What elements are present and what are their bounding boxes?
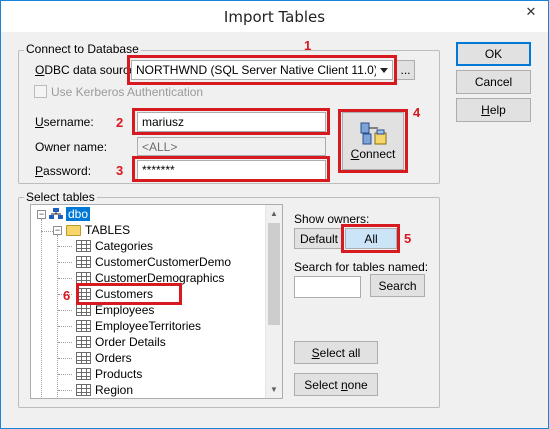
odbc-label: ODBC data source: <box>35 63 140 77</box>
table-item-label: Employees <box>95 303 155 317</box>
window-title: Import Tables <box>223 8 326 26</box>
owner-name-label: Owner name: <box>35 140 108 154</box>
connect-button[interactable]: Connect <box>342 112 404 170</box>
annotation-4: 4 <box>413 105 421 120</box>
table-item[interactable]: Orders <box>76 350 132 366</box>
scroll-thumb[interactable] <box>268 223 280 325</box>
cancel-button[interactable]: Cancel <box>456 70 531 94</box>
odbc-data-source-value: NORTHWND (SQL Server Native Client 11.0) <box>136 63 378 77</box>
table-icon <box>76 304 91 316</box>
tree-root-label: dbo <box>66 207 91 221</box>
tree-scrollbar[interactable]: ▲ ▼ <box>265 205 282 398</box>
table-item[interactable]: EmployeeTerritories <box>76 318 201 334</box>
table-item[interactable]: Employees <box>76 302 154 318</box>
collapse-icon[interactable]: − <box>53 226 62 235</box>
table-icon <box>76 336 91 348</box>
connect-button-label: Connect <box>350 147 396 161</box>
password-label: Password: <box>35 164 92 178</box>
import-tables-dialog: Import Tables ✕ Connect to Database ODBC… <box>0 0 549 429</box>
scroll-up-icon[interactable]: ▲ <box>266 205 282 222</box>
search-label: Search for tables named: <box>294 260 429 274</box>
table-item-label: Orders <box>95 351 132 365</box>
title-bar: Import Tables ✕ <box>1 1 548 32</box>
show-owners-label: Show owners: <box>294 212 370 226</box>
table-item[interactable]: Order Details <box>76 334 166 350</box>
table-item-label: Categories <box>95 239 154 253</box>
tree-root-dbo[interactable]: dbo <box>49 206 91 222</box>
table-item-label: CustomerCustomerDemo <box>95 255 232 269</box>
database-icon <box>49 208 63 220</box>
close-icon[interactable]: ✕ <box>520 2 542 22</box>
owner-name-field[interactable]: <ALL> <box>137 137 326 156</box>
chevron-down-icon[interactable] <box>376 61 392 79</box>
table-item[interactable]: Products <box>76 366 142 382</box>
table-item-label: EmployeeTerritories <box>95 319 202 333</box>
annotation-2: 2 <box>116 115 124 130</box>
connect-icon <box>360 122 387 145</box>
annotation-5: 5 <box>404 231 412 246</box>
search-button[interactable]: Search <box>370 274 425 297</box>
select-none-button[interactable]: Select none <box>294 373 378 396</box>
default-owners-button[interactable]: Default <box>294 228 344 249</box>
table-icon <box>76 320 91 332</box>
help-button[interactable]: Help <box>456 98 531 122</box>
all-owners-button[interactable]: All <box>345 228 397 249</box>
table-icon <box>76 272 91 284</box>
table-icon <box>76 256 91 268</box>
tree-folder-label: TABLES <box>85 223 131 237</box>
tree-folder-tables[interactable]: TABLES <box>66 222 130 238</box>
username-field[interactable]: mariusz <box>137 112 326 132</box>
table-icon <box>76 384 91 396</box>
table-item-label: Customers <box>95 287 154 301</box>
table-item[interactable]: CustomerCustomerDemo <box>76 254 231 270</box>
table-item-label: CustomerDemographics <box>95 271 225 285</box>
collapse-icon[interactable]: − <box>37 210 46 219</box>
search-input[interactable] <box>294 276 361 298</box>
table-item[interactable]: Region <box>76 382 133 398</box>
table-icon <box>76 352 91 364</box>
table-item[interactable]: CustomerDemographics <box>76 270 224 286</box>
browse-button[interactable]: ... <box>396 60 415 80</box>
select-all-button[interactable]: Select all <box>294 341 378 364</box>
connect-group-label: Connect to Database <box>24 42 141 56</box>
kerberos-checkbox[interactable] <box>34 85 47 98</box>
annotation-6: 6 <box>63 288 71 303</box>
table-item[interactable]: Customers <box>76 286 153 302</box>
table-icon <box>76 240 91 252</box>
table-item-label: Products <box>95 367 143 381</box>
table-icon <box>76 288 91 300</box>
odbc-data-source-combo[interactable]: NORTHWND (SQL Server Native Client 11.0) <box>131 60 393 80</box>
annotation-3: 3 <box>116 163 124 178</box>
table-icon <box>76 368 91 380</box>
username-label: Username: <box>35 115 94 129</box>
ok-button[interactable]: OK <box>456 42 531 66</box>
scroll-down-icon[interactable]: ▼ <box>266 381 282 398</box>
select-tables-label: Select tables <box>24 190 97 204</box>
table-item[interactable]: Categories <box>76 238 153 254</box>
folder-icon <box>66 224 81 236</box>
kerberos-label: Use Kerberos Authentication <box>51 85 204 99</box>
table-item-label: Region <box>95 383 134 397</box>
table-item-label: Order Details <box>95 335 166 349</box>
password-field[interactable]: ******* <box>137 160 326 180</box>
annotation-1: 1 <box>304 38 312 53</box>
